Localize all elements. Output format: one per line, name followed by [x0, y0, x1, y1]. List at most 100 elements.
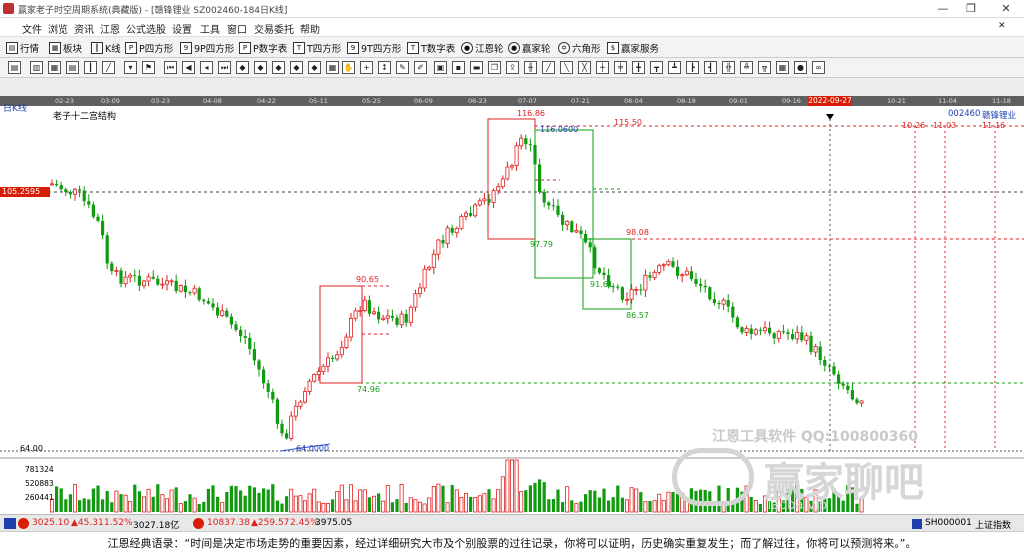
right-name[interactable]: 上证指数 [975, 518, 1011, 531]
menu-tools[interactable]: 工具 [200, 21, 220, 36]
save-icon[interactable]: ▪ [452, 61, 465, 74]
p-table-button[interactable]: P P数字表 [239, 40, 287, 55]
draw-icon[interactable]: ✐ [414, 61, 427, 74]
chart-tool-icon[interactable]: ╫ [524, 61, 537, 74]
menu-gann[interactable]: 江恩 [100, 21, 120, 36]
sector-button[interactable]: ▦ 板块 [49, 40, 82, 55]
trend-11-icon[interactable]: ╬ [722, 61, 735, 74]
diamond-4-icon[interactable]: ◆ [290, 61, 303, 74]
candle-body [137, 275, 141, 286]
hexagon-button[interactable]: ✡ 六角形 [558, 40, 601, 55]
resistance-label: 98.08 [626, 228, 649, 237]
trend-1-icon[interactable]: ╱ [542, 61, 555, 74]
grid-tool-icon[interactable]: ▦ [326, 61, 339, 74]
trend-12-icon[interactable]: ╩ [740, 61, 753, 74]
volume-bar [96, 485, 100, 512]
volume-bar [183, 501, 187, 512]
flag-icon[interactable]: ⚑ [142, 61, 155, 74]
candle-body [344, 336, 349, 348]
volume-bar [561, 502, 565, 512]
volume-bar [114, 490, 119, 513]
quote-button[interactable]: ▤ 行情 [6, 40, 39, 55]
menu-browse[interactable]: 浏览 [48, 21, 68, 36]
close-button[interactable]: ✕ [990, 1, 1022, 16]
gann-wheel-button[interactable]: ● 江恩轮 [461, 40, 504, 55]
diamond-3-icon[interactable]: ◆ [272, 61, 285, 74]
export-icon[interactable]: ⇪ [506, 61, 519, 74]
diamond-1-icon[interactable]: ◆ [236, 61, 249, 74]
menu-help[interactable]: 帮助 [300, 21, 320, 36]
gann-box-rise [319, 285, 363, 384]
volume-bar [395, 499, 399, 512]
pen-icon[interactable]: ✎ [396, 61, 409, 74]
dropdown-icon[interactable]: ▾ [124, 61, 137, 74]
kline-button[interactable]: ┃ K线 [91, 40, 121, 55]
trend-13-icon[interactable]: ╦ [758, 61, 771, 74]
trend-5-icon[interactable]: ╪ [614, 61, 627, 74]
low-label: 86.57 [626, 311, 649, 320]
candle-body [469, 213, 473, 216]
chart-icon[interactable]: ▥ [30, 61, 43, 74]
chart-area[interactable]: 老子十二宫结构 002460 赣锋锂业 10-26 11-03 11-16 10… [0, 106, 1024, 514]
menu-window[interactable]: 窗口 [227, 21, 247, 36]
layout-icon[interactable]: ▤ [8, 61, 21, 74]
diamond-2-icon[interactable]: ◆ [254, 61, 267, 74]
candle-body [703, 285, 707, 288]
menu-settings[interactable]: 设置 [172, 21, 192, 36]
grid-icon[interactable] [4, 518, 16, 529]
print-icon[interactable]: ▬ [470, 61, 483, 74]
candle-body [487, 198, 491, 203]
9p-square-button[interactable]: 9 9P四方形 [180, 40, 234, 55]
winner-wheel-button[interactable]: ● 赢家轮 [508, 40, 551, 55]
list-icon[interactable]: ▤ [66, 61, 79, 74]
volume-bar [234, 486, 238, 512]
p-square-button[interactable]: P P四方形 [125, 40, 173, 55]
t-square-button[interactable]: T T四方形 [293, 40, 341, 55]
bar-icon[interactable]: ▦ [48, 61, 61, 74]
minimize-button[interactable]: — [930, 1, 956, 16]
arrow-icon[interactable]: ↕ [378, 61, 391, 74]
prev-icon[interactable]: ◀ [182, 61, 195, 74]
trend-2-icon[interactable]: ╲ [560, 61, 573, 74]
trend-7-icon[interactable]: ┳ [650, 61, 663, 74]
menu-news[interactable]: 资讯 [74, 21, 94, 36]
color-icon[interactable]: ● [794, 61, 807, 74]
t-square-label: T四方形 [307, 43, 342, 55]
candle-body [463, 212, 468, 217]
volume-bar [625, 499, 630, 513]
candle-icon[interactable]: ┃ [84, 61, 97, 74]
first-icon[interactable]: ⏮ [164, 61, 177, 74]
t-table-button[interactable]: T T数字表 [407, 40, 455, 55]
image-icon[interactable]: ▣ [434, 61, 447, 74]
copy-icon[interactable]: ❐ [488, 61, 501, 74]
candle-body [676, 266, 680, 276]
trend-8-icon[interactable]: ┻ [668, 61, 681, 74]
menu-trade[interactable]: 交易委托 [254, 21, 294, 36]
trend-6-icon[interactable]: ╋ [632, 61, 645, 74]
trend-9-icon[interactable]: ┣ [686, 61, 699, 74]
candle-body [206, 301, 210, 304]
volume-bar [528, 485, 532, 512]
trend-4-icon[interactable]: ┼ [596, 61, 609, 74]
menu-file[interactable]: 文件 [22, 21, 42, 36]
back-icon[interactable]: ◂ [200, 61, 213, 74]
cross-icon[interactable]: + [360, 61, 373, 74]
9t-square-button[interactable]: 9 9T四方形 [347, 40, 401, 55]
table-icon[interactable]: ▦ [776, 61, 789, 74]
service-button[interactable]: $ 赢家服务 [607, 40, 659, 55]
hand-icon[interactable]: ✋ [342, 61, 355, 74]
9t-square-icon: 9 [347, 41, 359, 54]
mdi-close-icon[interactable]: ✕ [998, 21, 1006, 31]
right-code[interactable]: SH000001 [925, 518, 972, 528]
restore-button[interactable]: ❐ [958, 1, 984, 16]
candle-body [110, 263, 114, 272]
line-icon[interactable]: ╱ [102, 61, 115, 74]
trend-10-icon[interactable]: ┫ [704, 61, 717, 74]
menu-formula[interactable]: 公式选股 [126, 21, 166, 36]
trend-3-icon[interactable]: ╳ [578, 61, 591, 74]
volume-bar [206, 488, 210, 512]
infinity-icon[interactable]: ∞ [812, 61, 825, 74]
diamond-5-icon[interactable]: ◆ [308, 61, 321, 74]
candle-body [216, 307, 220, 316]
last-icon[interactable]: ⏭ [218, 61, 231, 74]
